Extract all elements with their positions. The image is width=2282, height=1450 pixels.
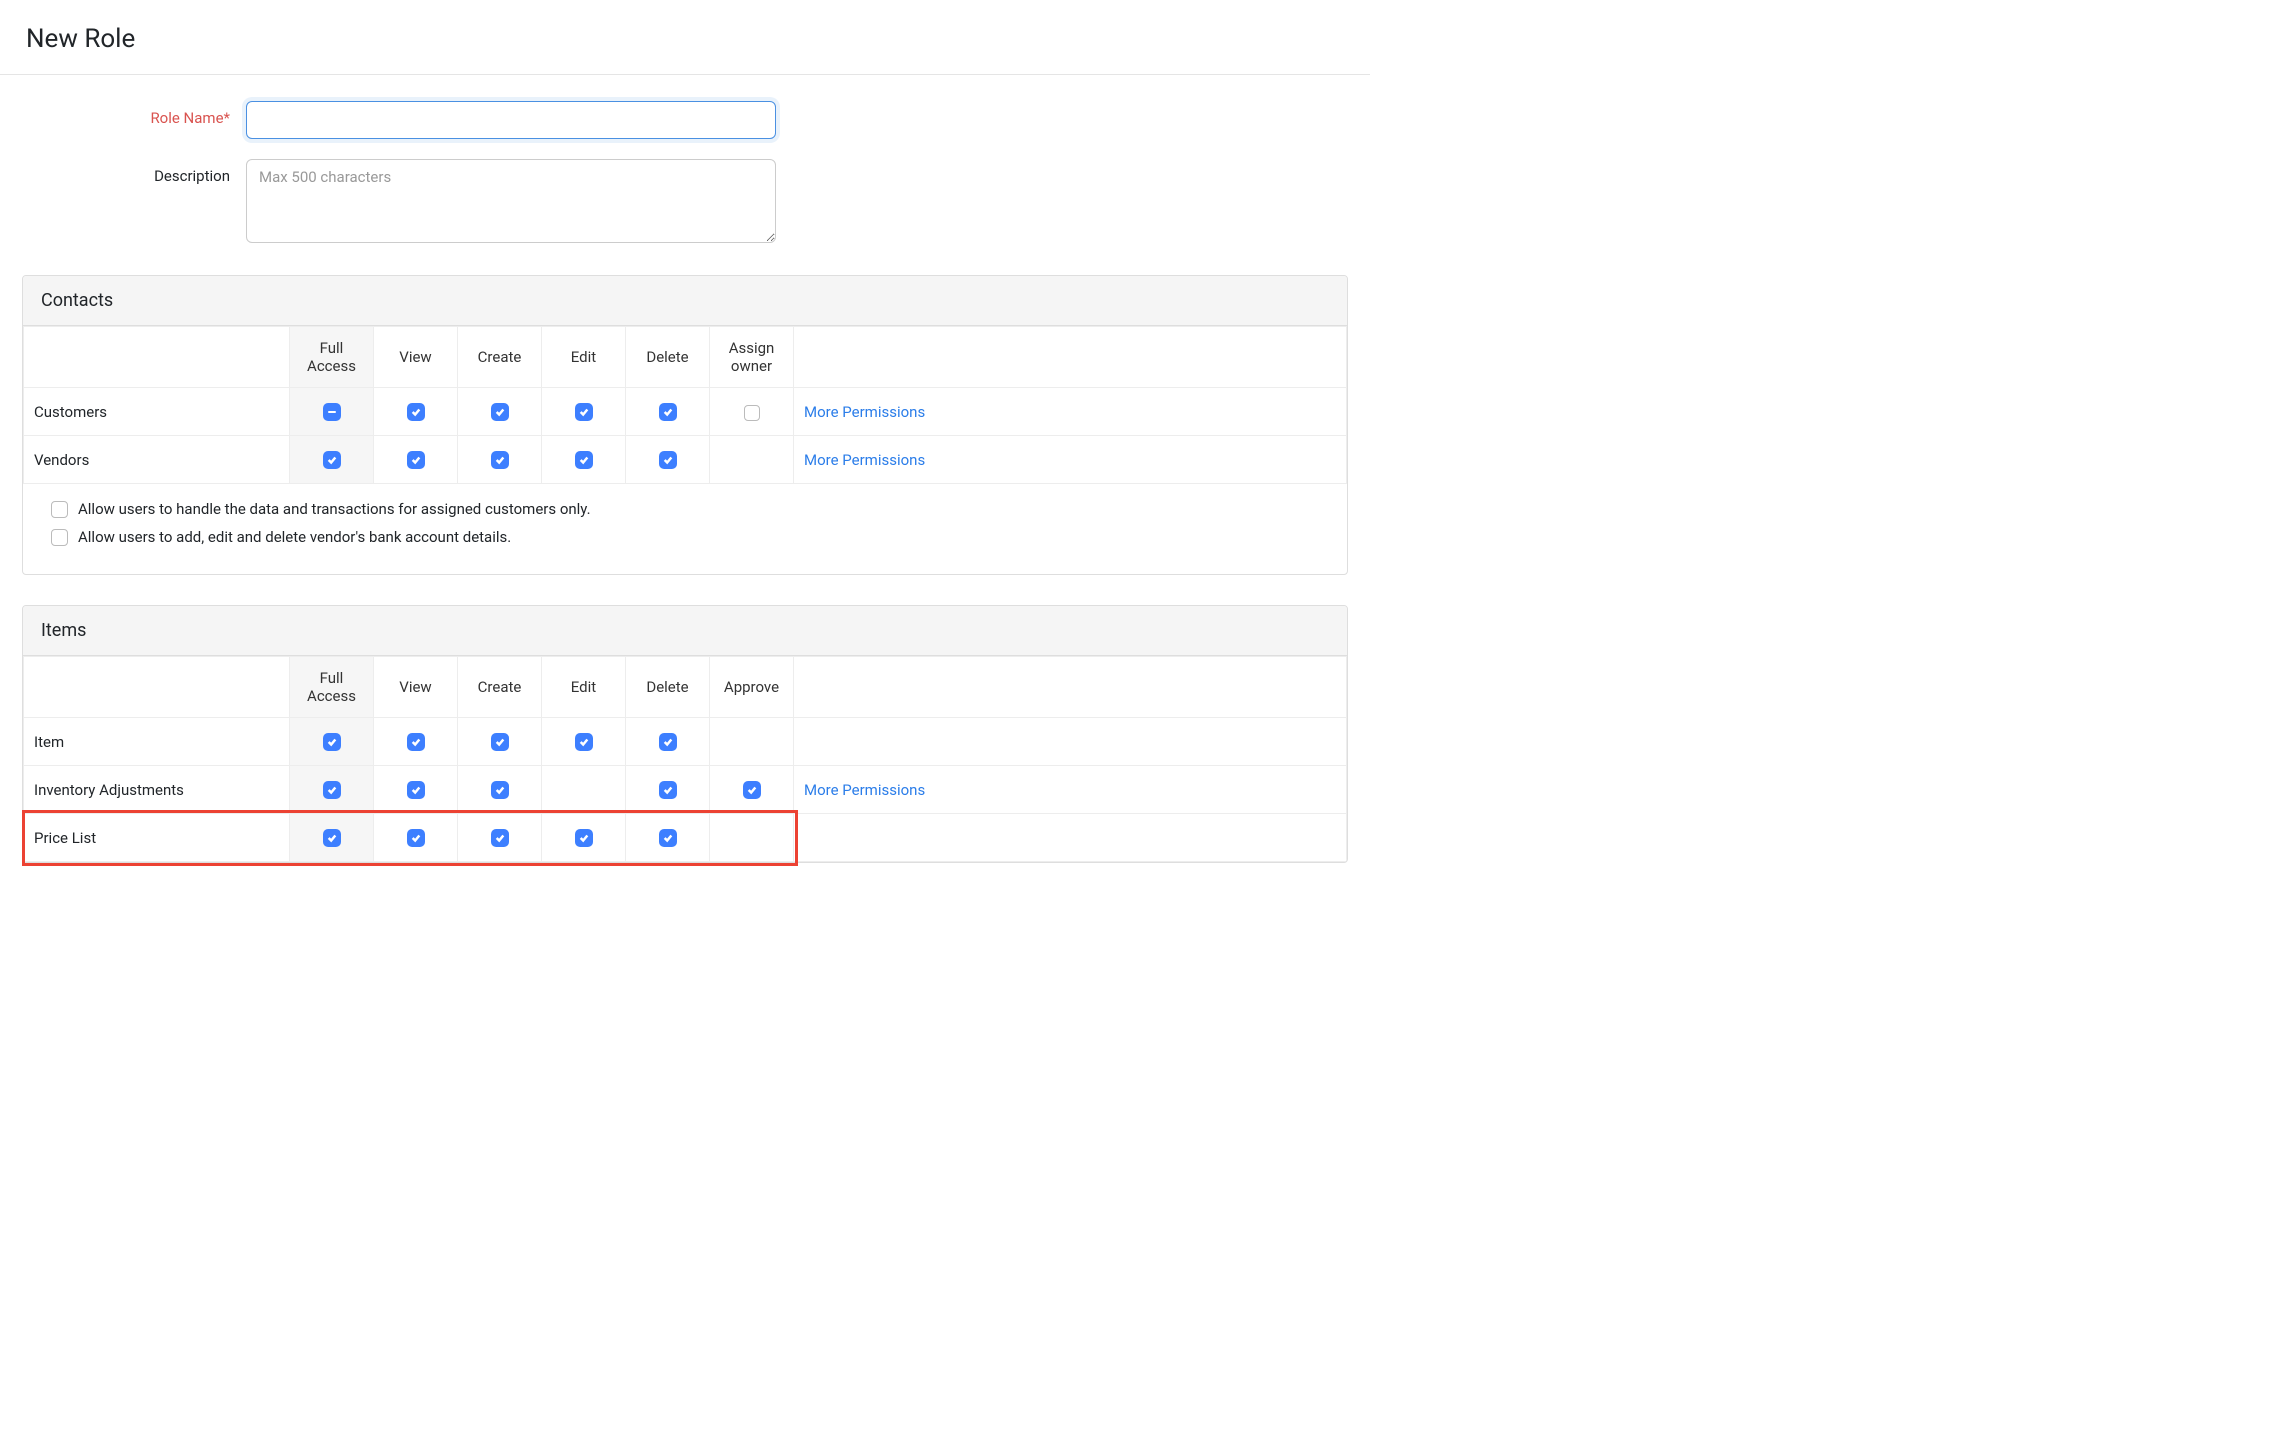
description-label: Description: [26, 159, 246, 185]
items-col-empty: [24, 657, 290, 718]
option-vendor-bank: Allow users to add, edit and delete vend…: [51, 528, 1319, 546]
table-row-item: Item: [24, 718, 1347, 766]
table-row-inventory-adjustments: Inventory Adjustments More Permissions: [24, 766, 1347, 814]
contacts-col-delete: Delete: [626, 327, 710, 388]
vendors-full-access-checkbox[interactable]: [323, 451, 341, 469]
items-col-delete: Delete: [626, 657, 710, 718]
item-create-checkbox[interactable]: [491, 733, 509, 751]
price-list-label: Price List: [24, 814, 290, 862]
table-row-vendors: Vendors More Permissions: [24, 436, 1347, 484]
inventory-adjustments-view-checkbox[interactable]: [407, 781, 425, 799]
price-list-edit-checkbox[interactable]: [575, 829, 593, 847]
items-header-row: Full Access View Create Edit Delete Appr…: [24, 657, 1347, 718]
contacts-col-empty: [24, 327, 290, 388]
items-col-more: [794, 657, 1347, 718]
inventory-adjustments-delete-checkbox[interactable]: [659, 781, 677, 799]
option-assigned-customers: Allow users to handle the data and trans…: [51, 500, 1319, 518]
vendors-edit-checkbox[interactable]: [575, 451, 593, 469]
option-assigned-customers-checkbox[interactable]: [51, 501, 68, 518]
contacts-header-row: Full Access View Create Edit Delete Assi…: [24, 327, 1347, 388]
items-col-view: View: [374, 657, 458, 718]
customers-delete-checkbox[interactable]: [659, 403, 677, 421]
form-row-role-name: Role Name*: [26, 101, 1344, 139]
vendors-delete-checkbox[interactable]: [659, 451, 677, 469]
role-name-input[interactable]: [246, 101, 776, 139]
section-items: Items Full Access View: [22, 605, 1348, 863]
form-section: Role Name* Description: [0, 75, 1370, 275]
section-header-contacts: Contacts: [23, 276, 1347, 326]
customers-more-permissions-link[interactable]: More Permissions: [804, 403, 925, 421]
items-col-edit: Edit: [542, 657, 626, 718]
table-row-customers: Customers More Permissions: [24, 388, 1347, 436]
contacts-options: Allow users to handle the data and trans…: [23, 484, 1347, 574]
inventory-adjustments-approve-checkbox[interactable]: [743, 781, 761, 799]
customers-label: Customers: [24, 388, 290, 436]
contacts-col-full-access: Full Access: [290, 327, 374, 388]
price-list-delete-checkbox[interactable]: [659, 829, 677, 847]
price-list-full-access-checkbox[interactable]: [323, 829, 341, 847]
customers-create-checkbox[interactable]: [491, 403, 509, 421]
vendors-more-permissions-link[interactable]: More Permissions: [804, 451, 925, 469]
description-input[interactable]: [246, 159, 776, 243]
contacts-col-assign-owner: Assign owner: [710, 327, 794, 388]
inventory-adjustments-create-checkbox[interactable]: [491, 781, 509, 799]
contacts-col-create: Create: [458, 327, 542, 388]
item-full-access-checkbox[interactable]: [323, 733, 341, 751]
contacts-col-more: [794, 327, 1347, 388]
item-label: Item: [24, 718, 290, 766]
option-vendor-bank-checkbox[interactable]: [51, 529, 68, 546]
vendors-view-checkbox[interactable]: [407, 451, 425, 469]
item-delete-checkbox[interactable]: [659, 733, 677, 751]
role-name-label: Role Name*: [26, 101, 246, 127]
vendors-label: Vendors: [24, 436, 290, 484]
items-col-full-access: Full Access: [290, 657, 374, 718]
inventory-adjustments-label: Inventory Adjustments: [24, 766, 290, 814]
contacts-col-view: View: [374, 327, 458, 388]
page-header: New Role: [0, 0, 1370, 75]
price-list-create-checkbox[interactable]: [491, 829, 509, 847]
section-header-items: Items: [23, 606, 1347, 656]
customers-full-access-checkbox[interactable]: [323, 403, 341, 421]
inventory-adjustments-more-permissions-link[interactable]: More Permissions: [804, 781, 925, 799]
form-row-description: Description: [26, 159, 1344, 243]
option-assigned-customers-label[interactable]: Allow users to handle the data and trans…: [78, 500, 591, 518]
page-title: New Role: [26, 24, 1344, 54]
items-col-create: Create: [458, 657, 542, 718]
vendors-create-checkbox[interactable]: [491, 451, 509, 469]
option-vendor-bank-label[interactable]: Allow users to add, edit and delete vend…: [78, 528, 511, 546]
price-list-view-checkbox[interactable]: [407, 829, 425, 847]
customers-assign-owner-checkbox[interactable]: [744, 405, 760, 421]
item-view-checkbox[interactable]: [407, 733, 425, 751]
contacts-col-edit: Edit: [542, 327, 626, 388]
customers-view-checkbox[interactable]: [407, 403, 425, 421]
table-row-price-list: Price List: [24, 814, 1347, 862]
items-table: Full Access View Create Edit Delete Appr…: [23, 656, 1347, 862]
item-edit-checkbox[interactable]: [575, 733, 593, 751]
items-col-approve: Approve: [710, 657, 794, 718]
inventory-adjustments-full-access-checkbox[interactable]: [323, 781, 341, 799]
customers-edit-checkbox[interactable]: [575, 403, 593, 421]
contacts-table: Full Access View Create Edit Delete Assi…: [23, 326, 1347, 484]
section-contacts: Contacts Full Access View Create Edit: [22, 275, 1348, 575]
